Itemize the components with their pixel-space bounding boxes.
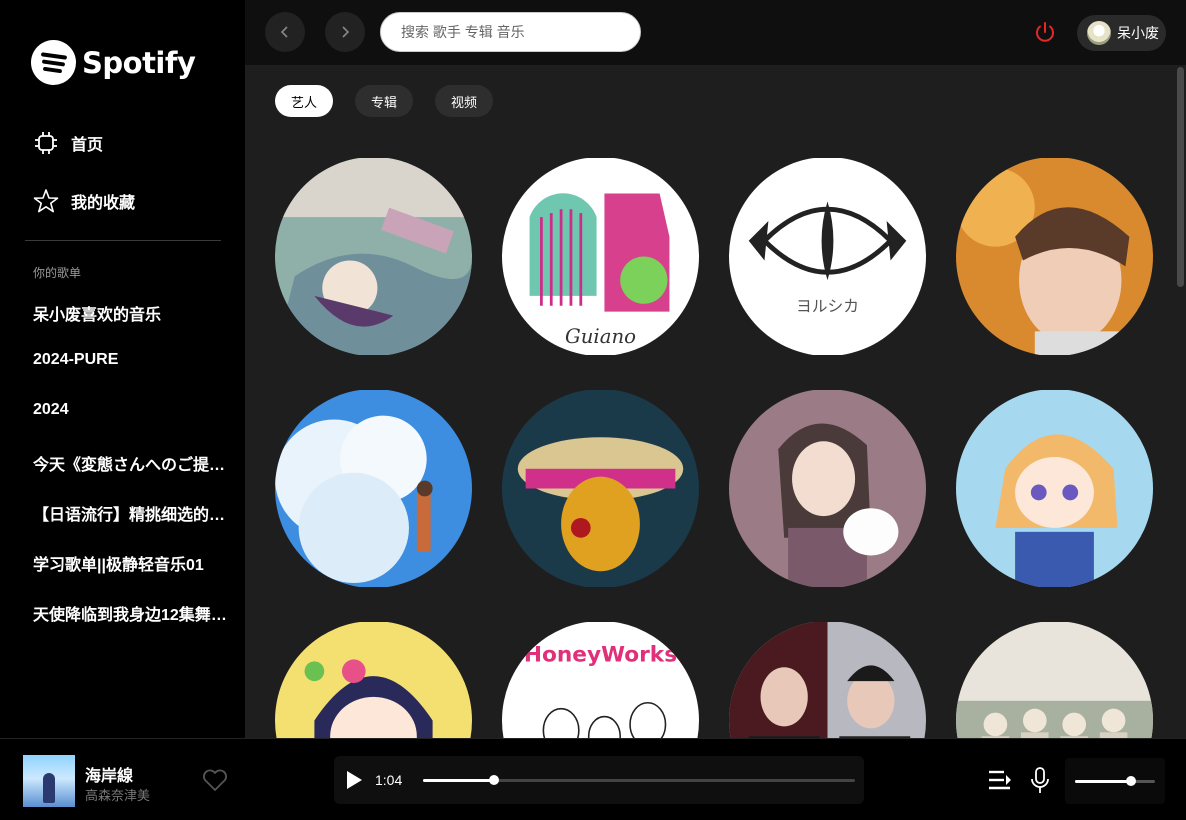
progress-handle[interactable] <box>489 775 500 785</box>
artist-card[interactable] <box>502 389 699 588</box>
search-input[interactable] <box>380 12 641 52</box>
playlist-item[interactable]: 学习歌单||极静轻音乐01 <box>33 551 233 575</box>
svg-text:HoneyWorks: HoneyWorks <box>524 642 677 667</box>
progress-bar[interactable] <box>423 775 855 785</box>
artist-image: Guiano <box>502 158 699 355</box>
volume-slider[interactable] <box>1075 776 1155 786</box>
nav-home[interactable]: 首页 <box>33 130 103 156</box>
main-content: 艺人 专辑 视频 Guiano ヨルシカ HoneyWorks <box>245 65 1186 738</box>
artist-image <box>956 390 1153 587</box>
filter-chips: 艺人 专辑 视频 <box>275 85 494 117</box>
artist-card[interactable] <box>275 389 472 588</box>
user-menu[interactable]: 呆小废 <box>1077 15 1166 51</box>
volume-control <box>1065 758 1165 804</box>
chevron-right-icon <box>342 26 350 38</box>
artist-image <box>502 390 699 587</box>
artist-card[interactable] <box>729 621 926 738</box>
volume-fill <box>1075 780 1131 783</box>
nav-home-label: 首页 <box>71 137 104 154</box>
artist-card[interactable] <box>275 621 472 738</box>
now-playing-cover[interactable] <box>23 755 75 807</box>
heart-icon[interactable] <box>202 768 228 792</box>
artist-grid: Guiano ヨルシカ HoneyWorks <box>275 157 1153 738</box>
artist-card[interactable]: Guiano <box>502 157 699 356</box>
playlist-item[interactable]: 2024-PURE <box>33 351 233 369</box>
artist-image <box>956 622 1153 738</box>
artist-card[interactable] <box>956 157 1153 356</box>
volume-handle[interactable] <box>1126 776 1136 786</box>
song-artist[interactable]: 高森奈津美 <box>85 785 150 804</box>
current-time: 1:04 <box>375 772 403 788</box>
filter-artists[interactable]: 艺人 <box>275 85 334 117</box>
artist-card[interactable] <box>956 621 1153 738</box>
player-bar: 海岸線 高森奈津美 1:04 <box>0 738 1186 820</box>
song-title[interactable]: 海岸線 <box>85 762 133 786</box>
playlist-item[interactable]: 天使降临到我身边12集舞台曲 <box>33 601 233 625</box>
chip-icon <box>35 132 57 154</box>
spotify-logo-icon <box>31 40 76 85</box>
artist-image <box>956 158 1153 355</box>
artist-card[interactable] <box>275 157 472 356</box>
svg-text:Guiano: Guiano <box>565 325 636 348</box>
artist-image <box>275 158 472 355</box>
scrollbar[interactable] <box>1177 67 1184 287</box>
brand-name: Spotify <box>82 45 196 80</box>
user-name: 呆小废 <box>1117 25 1159 41</box>
queue-icon[interactable] <box>988 769 1012 791</box>
playlist-item[interactable]: 呆小废喜欢的音乐 <box>33 301 233 325</box>
filter-videos[interactable]: 视频 <box>435 85 494 117</box>
power-icon[interactable] <box>1033 20 1057 44</box>
artist-image <box>275 390 472 587</box>
playlist-item[interactable]: 今天《変態さんへのご提案》 <box>33 451 233 475</box>
sidebar-divider <box>25 240 221 241</box>
microphone-icon[interactable] <box>1030 767 1050 795</box>
forward-button[interactable] <box>325 12 365 52</box>
chevron-left-icon <box>280 26 288 38</box>
progress-fill <box>423 779 495 782</box>
artist-card[interactable]: HoneyWorks <box>502 621 699 738</box>
artist-image <box>729 622 926 738</box>
nav-favorites-label: 我的收藏 <box>71 195 136 212</box>
avatar <box>1087 21 1111 45</box>
top-bar: 呆小废 <box>245 0 1186 65</box>
artist-card[interactable] <box>956 389 1153 588</box>
play-icon[interactable] <box>344 770 364 790</box>
playlist-item[interactable]: 【日语流行】精挑细选的日语歌曲 <box>33 501 233 525</box>
artist-image <box>729 390 926 587</box>
filter-albums[interactable]: 专辑 <box>355 85 414 117</box>
playback-controls: 1:04 <box>334 756 864 804</box>
spotify-logo[interactable]: Spotify <box>31 40 196 85</box>
artist-card[interactable] <box>729 389 926 588</box>
back-button[interactable] <box>265 12 305 52</box>
artist-image: ヨルシカ <box>729 158 926 355</box>
artist-card[interactable]: ヨルシカ <box>729 157 926 356</box>
sidebar: Spotify 首页 我的收藏 你的歌单 呆小废喜欢的音乐 2024-PURE … <box>0 0 245 738</box>
svg-text:ヨルシカ: ヨルシカ <box>796 297 859 316</box>
nav-favorites[interactable]: 我的收藏 <box>33 188 135 214</box>
playlist-item[interactable]: 2024 <box>33 401 233 419</box>
star-icon <box>33 189 59 213</box>
artist-image <box>275 622 472 738</box>
artist-image: HoneyWorks <box>502 622 699 738</box>
playlists-heading: 你的歌单 <box>33 266 82 280</box>
